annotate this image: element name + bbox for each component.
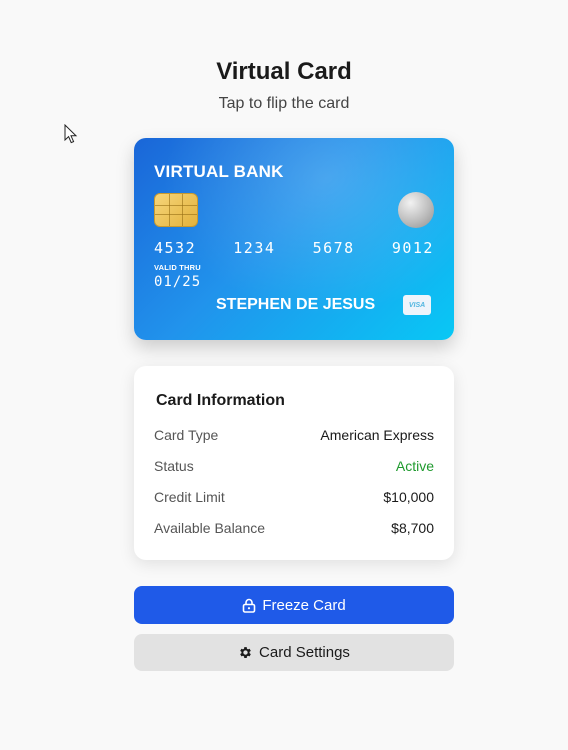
freeze-card-label: Freeze Card xyxy=(262,596,346,614)
virtual-card[interactable]: VIRTUAL BANK 4532 1234 5678 9012 VALID T… xyxy=(134,138,454,340)
status-badge: Active xyxy=(395,458,434,474)
card-bank-name: VIRTUAL BANK xyxy=(154,162,284,181)
info-value: American Express xyxy=(320,427,434,443)
card-number-group: 4532 xyxy=(154,239,197,257)
info-row-available-balance: Available Balance $8,700 xyxy=(154,520,434,536)
card-number-group: 5678 xyxy=(312,239,355,257)
info-row-credit-limit: Credit Limit $10,000 xyxy=(154,489,434,505)
card-expiry: 01/25 xyxy=(154,274,202,290)
page-subtitle: Tap to flip the card xyxy=(218,95,350,112)
card-settings-button[interactable]: Card Settings xyxy=(134,634,454,671)
card-number-group: 9012 xyxy=(391,239,434,257)
page-title: Virtual Card xyxy=(216,58,352,85)
card-settings-label: Card Settings xyxy=(259,644,350,661)
info-value: $8,700 xyxy=(391,520,434,536)
card-chip-icon xyxy=(154,193,198,227)
card-hologram-icon xyxy=(398,192,434,228)
visa-logo-icon: VISA xyxy=(403,295,431,315)
card-holder-name: STEPHEN DE JESUS xyxy=(216,296,376,313)
lock-icon xyxy=(243,598,256,613)
info-value: $10,000 xyxy=(383,489,434,505)
card-information-title: Card Information xyxy=(156,392,285,409)
info-label: Card Type xyxy=(154,427,219,443)
freeze-card-button[interactable]: Freeze Card xyxy=(134,586,454,624)
info-label: Available Balance xyxy=(154,520,266,536)
card-number-group: 1234 xyxy=(233,239,276,257)
card-number: 4532 1234 5678 9012 xyxy=(154,239,434,257)
gear-icon xyxy=(240,647,251,658)
card-information-panel: Card Information Card Type American Expr… xyxy=(134,366,454,560)
info-row-status: Status Active xyxy=(154,458,434,474)
mouse-pointer-icon xyxy=(64,124,78,144)
valid-thru-label: VALID THRU xyxy=(154,263,201,272)
info-label: Status xyxy=(154,458,194,474)
info-row-card-type: Card Type American Express xyxy=(154,427,434,443)
info-label: Credit Limit xyxy=(154,489,225,505)
